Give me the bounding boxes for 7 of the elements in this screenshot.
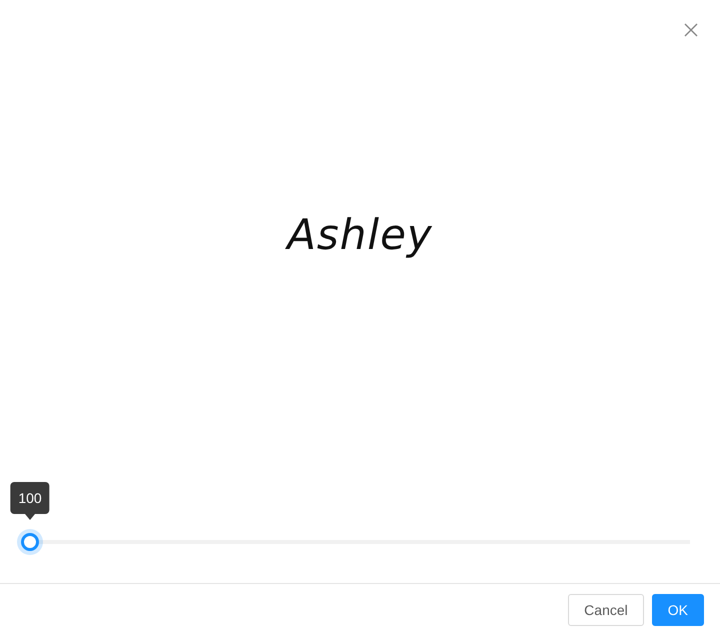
cancel-button[interactable]: Cancel	[568, 594, 644, 626]
signature: Ashley	[287, 209, 433, 261]
value-tooltip: 100	[10, 482, 50, 514]
close-button[interactable]	[684, 23, 698, 37]
close-icon	[684, 23, 698, 37]
tooltip-arrow-icon	[25, 514, 35, 520]
slider-handle[interactable]	[21, 533, 39, 551]
